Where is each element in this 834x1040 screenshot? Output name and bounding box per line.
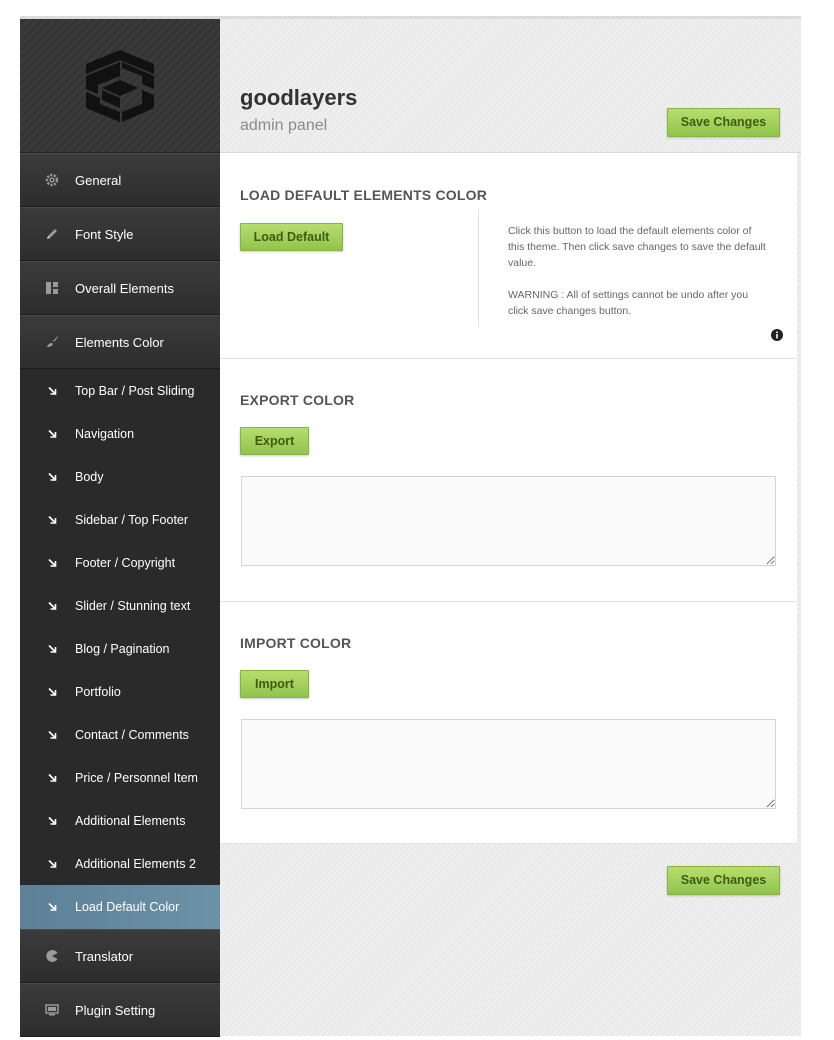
main-panel: goodlayers admin panel Save Changes LOAD… bbox=[220, 19, 801, 1036]
section-import: IMPORT COLOR Import bbox=[220, 602, 797, 844]
sub-item-label: Slider / Stunning text bbox=[75, 598, 191, 613]
arrow-down-right-icon bbox=[48, 429, 57, 438]
sidebar-item-label: Elements Color bbox=[75, 334, 164, 350]
sub-item-contact-comments[interactable]: Contact / Comments bbox=[20, 713, 220, 756]
panel-footer: Save Changes bbox=[220, 844, 801, 1036]
brand-title: goodlayers bbox=[240, 85, 358, 110]
sub-item-additional-elements-2[interactable]: Additional Elements 2 bbox=[20, 842, 220, 885]
goodlayers-logo-icon bbox=[86, 49, 154, 122]
pacman-icon bbox=[44, 948, 60, 964]
sub-item-body[interactable]: Body bbox=[20, 455, 220, 498]
sub-item-blog-pagination[interactable]: Blog / Pagination bbox=[20, 627, 220, 670]
sub-menu: Top Bar / Post Sliding Navigation Body Side… bbox=[20, 369, 220, 929]
info-icon[interactable] bbox=[771, 329, 783, 341]
section-title: LOAD DEFAULT ELEMENTS COLOR bbox=[240, 187, 488, 203]
content-area: LOAD DEFAULT ELEMENTS COLOR Load Default… bbox=[220, 153, 797, 844]
save-changes-button-bottom[interactable]: Save Changes bbox=[667, 866, 780, 895]
admin-frame: General Font Style Overall Elements Element… bbox=[20, 16, 801, 1037]
sub-item-additional-elements[interactable]: Additional Elements bbox=[20, 799, 220, 842]
sub-item-label: Footer / Copyright bbox=[75, 555, 176, 570]
sub-item-label: Price / Personnel Item bbox=[75, 770, 198, 785]
paintbrush-icon bbox=[44, 334, 60, 350]
sub-item-label: Blog / Pagination bbox=[75, 641, 170, 656]
sub-item-portfolio[interactable]: Portfolio bbox=[20, 670, 220, 713]
sidebar: General Font Style Overall Elements Element… bbox=[20, 19, 220, 1037]
section-title: IMPORT COLOR bbox=[240, 635, 352, 651]
sub-item-label: Top Bar / Post Sliding bbox=[75, 383, 195, 398]
sidebar-item-elements-color[interactable]: Elements Color bbox=[20, 315, 220, 369]
logo-area bbox=[20, 19, 220, 153]
load-default-button[interactable]: Load Default bbox=[240, 223, 343, 251]
arrow-down-right-icon bbox=[48, 386, 57, 395]
sub-item-label: Body bbox=[75, 469, 104, 484]
arrow-down-right-icon bbox=[48, 644, 57, 653]
arrow-down-right-icon bbox=[48, 730, 57, 739]
arrow-down-right-icon bbox=[48, 472, 57, 481]
sub-item-sidebar-top-footer[interactable]: Sidebar / Top Footer bbox=[20, 498, 220, 541]
arrow-down-right-icon bbox=[48, 601, 57, 610]
save-changes-button-top[interactable]: Save Changes bbox=[667, 108, 780, 137]
section-export: EXPORT COLOR Export bbox=[220, 359, 797, 602]
sub-item-label: Navigation bbox=[75, 426, 135, 441]
sidebar-item-label: Translator bbox=[75, 948, 134, 964]
sub-item-label: Additional Elements bbox=[75, 813, 186, 828]
panel-header: goodlayers admin panel Save Changes bbox=[220, 19, 801, 153]
sub-item-label: Portfolio bbox=[75, 684, 121, 699]
sidebar-item-overall-elements[interactable]: Overall Elements bbox=[20, 261, 220, 315]
arrow-down-right-icon bbox=[48, 859, 57, 868]
sidebar-item-font-style[interactable]: Font Style bbox=[20, 207, 220, 261]
sidebar-item-general[interactable]: General bbox=[20, 153, 220, 207]
arrow-down-right-icon bbox=[48, 816, 57, 825]
gear-icon bbox=[44, 172, 60, 188]
section-description: Click this button to load the default el… bbox=[508, 223, 768, 319]
section-title: EXPORT COLOR bbox=[240, 392, 355, 408]
pencil-icon bbox=[44, 226, 60, 242]
import-textarea[interactable] bbox=[241, 719, 776, 809]
sub-item-top-bar-post-sliding[interactable]: Top Bar / Post Sliding bbox=[20, 369, 220, 412]
sub-item-label: Load Default Color bbox=[75, 900, 180, 914]
sub-item-price-personnel-item[interactable]: Price / Personnel Item bbox=[20, 756, 220, 799]
sub-item-label: Sidebar / Top Footer bbox=[75, 512, 189, 527]
sub-item-navigation[interactable]: Navigation bbox=[20, 412, 220, 455]
monitor-icon bbox=[44, 1002, 60, 1018]
arrow-down-right-icon bbox=[48, 773, 57, 782]
sub-item-load-default-color[interactable]: Load Default Color bbox=[20, 885, 220, 929]
sidebar-item-label: Font Style bbox=[75, 226, 134, 242]
sidebar-item-plugin-setting[interactable]: Plugin Setting bbox=[20, 983, 220, 1037]
layout-icon bbox=[44, 280, 60, 296]
sub-item-footer-copyright[interactable]: Footer / Copyright bbox=[20, 541, 220, 584]
import-button[interactable]: Import bbox=[240, 670, 309, 698]
sub-item-label: Contact / Comments bbox=[75, 727, 189, 742]
sub-item-label: Additional Elements 2 bbox=[75, 856, 196, 871]
sidebar-item-label: Overall Elements bbox=[75, 280, 174, 296]
sidebar-item-label: Plugin Setting bbox=[75, 1002, 156, 1018]
sidebar-item-translator[interactable]: Translator bbox=[20, 929, 220, 983]
section-load-default: LOAD DEFAULT ELEMENTS COLOR Load Default… bbox=[220, 153, 797, 359]
export-textarea[interactable] bbox=[241, 476, 776, 566]
arrow-down-right-icon bbox=[48, 558, 57, 567]
sidebar-item-label: General bbox=[75, 172, 122, 188]
export-button[interactable]: Export bbox=[240, 427, 309, 455]
arrow-down-right-icon bbox=[48, 515, 57, 524]
sub-item-slider-stunning-text[interactable]: Slider / Stunning text bbox=[20, 584, 220, 627]
description-text: Click this button to load the default el… bbox=[508, 225, 766, 269]
brand-subtitle: admin panel bbox=[240, 117, 328, 134]
warning-text: WARNING : All of settings cannot be undo… bbox=[508, 289, 749, 317]
vertical-divider bbox=[478, 209, 479, 327]
arrow-down-right-icon bbox=[48, 687, 57, 696]
arrow-down-right-icon bbox=[48, 902, 57, 912]
